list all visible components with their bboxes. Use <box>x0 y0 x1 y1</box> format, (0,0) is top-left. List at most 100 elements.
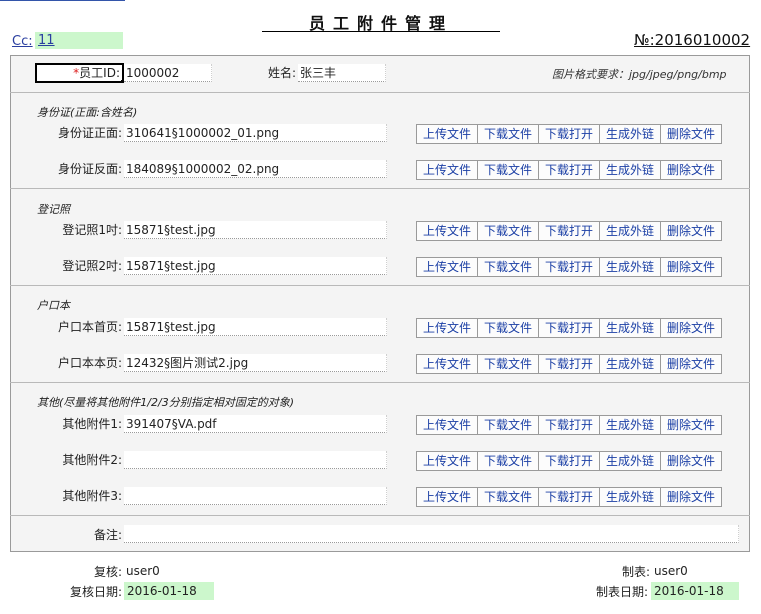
row-label: 其他附件1: <box>62 417 122 431</box>
download-open-button[interactable]: 下载打开 <box>538 318 600 338</box>
upload-button[interactable]: 上传文件 <box>416 257 478 277</box>
file-actions-id-front: 上传文件 下载文件 下载打开 生成外链 删除文件 <box>416 124 722 144</box>
row-label: 身份证正面: <box>57 126 122 140</box>
file-field-id-front[interactable]: 310641§1000002_01.png <box>124 124 387 142</box>
file-actions-other-3: 上传文件 下载文件 下载打开 生成外链 删除文件 <box>416 487 722 507</box>
file-actions-photo-2: 上传文件 下载文件 下载打开 生成外链 删除文件 <box>416 257 722 277</box>
generate-link-button[interactable]: 生成外链 <box>599 487 661 507</box>
generate-link-button[interactable]: 生成外链 <box>599 451 661 471</box>
delete-button[interactable]: 删除文件 <box>660 487 722 507</box>
review-date-label: 复核日期: <box>69 585 122 599</box>
section-divider <box>10 382 750 383</box>
file-actions-other-1: 上传文件 下载文件 下载打开 生成外链 删除文件 <box>416 415 722 435</box>
file-field-photo-2[interactable]: 15871§test.jpg <box>124 257 387 275</box>
upload-button[interactable]: 上传文件 <box>416 124 478 144</box>
employee-id-field[interactable]: 1000002 <box>124 64 212 82</box>
employee-id-label-text: 员工ID: <box>79 66 120 80</box>
upload-button[interactable]: 上传文件 <box>416 487 478 507</box>
file-actions-household-self: 上传文件 下载文件 下载打开 生成外链 删除文件 <box>416 354 722 374</box>
generate-link-button[interactable]: 生成外链 <box>599 221 661 241</box>
generate-link-button[interactable]: 生成外链 <box>599 124 661 144</box>
delete-button[interactable]: 删除文件 <box>660 354 722 374</box>
section-divider <box>10 285 750 286</box>
row-label: 户口本首页: <box>57 320 122 334</box>
download-button[interactable]: 下载文件 <box>477 354 539 374</box>
download-open-button[interactable]: 下载打开 <box>538 221 600 241</box>
maker-label: 制表: <box>621 565 650 579</box>
download-open-button[interactable]: 下载打开 <box>538 415 600 435</box>
section-divider <box>10 92 750 93</box>
download-button[interactable]: 下载文件 <box>477 451 539 471</box>
file-actions-id-back: 上传文件 下载文件 下载打开 生成外链 删除文件 <box>416 160 722 180</box>
download-open-button[interactable]: 下载打开 <box>538 124 600 144</box>
download-button[interactable]: 下载文件 <box>477 318 539 338</box>
top-link-line <box>0 0 125 1</box>
delete-button[interactable]: 删除文件 <box>660 160 722 180</box>
download-button[interactable]: 下载文件 <box>477 124 539 144</box>
download-open-button[interactable]: 下载打开 <box>538 354 600 374</box>
delete-button[interactable]: 删除文件 <box>660 221 722 241</box>
row-label: 登记照2吋: <box>62 259 122 273</box>
employee-id-label: *员工ID: <box>35 63 124 83</box>
file-actions-other-2: 上传文件 下载文件 下载打开 生成外链 删除文件 <box>416 451 722 471</box>
file-field-household-self[interactable]: 12432§图片测试2.jpg <box>124 354 387 372</box>
file-field-id-back[interactable]: 184089§1000002_02.png <box>124 160 387 178</box>
upload-button[interactable]: 上传文件 <box>416 318 478 338</box>
reviewer-value: user0 <box>126 564 160 578</box>
page-title: 员工附件管理 <box>262 10 500 33</box>
file-field-household-first[interactable]: 15871§test.jpg <box>124 318 387 336</box>
generate-link-button[interactable]: 生成外链 <box>599 318 661 338</box>
name-field[interactable]: 张三丰 <box>298 64 386 82</box>
upload-button[interactable]: 上传文件 <box>416 415 478 435</box>
file-field-photo-1[interactable]: 15871§test.jpg <box>124 221 387 239</box>
generate-link-button[interactable]: 生成外链 <box>599 415 661 435</box>
cc-label[interactable]: Cc: <box>12 34 33 49</box>
file-field-other-3[interactable] <box>124 487 387 505</box>
download-open-button[interactable]: 下载打开 <box>538 257 600 277</box>
file-actions-photo-1: 上传文件 下载文件 下载打开 生成外链 删除文件 <box>416 221 722 241</box>
make-date-field[interactable]: 2016-01-18 <box>651 582 739 600</box>
upload-button[interactable]: 上传文件 <box>416 451 478 471</box>
section-title-photo: 登记照 <box>37 203 70 216</box>
row-label: 其他附件2: <box>62 453 122 467</box>
delete-button[interactable]: 删除文件 <box>660 415 722 435</box>
file-actions-household-first: 上传文件 下载文件 下载打开 生成外链 删除文件 <box>416 318 722 338</box>
section-title-household: 户口本 <box>37 299 70 312</box>
upload-button[interactable]: 上传文件 <box>416 160 478 180</box>
upload-button[interactable]: 上传文件 <box>416 354 478 374</box>
remarks-field[interactable] <box>124 525 739 543</box>
generate-link-button[interactable]: 生成外链 <box>599 160 661 180</box>
maker-value: user0 <box>654 564 688 578</box>
delete-button[interactable]: 删除文件 <box>660 451 722 471</box>
upload-button[interactable]: 上传文件 <box>416 221 478 241</box>
download-button[interactable]: 下载文件 <box>477 160 539 180</box>
download-open-button[interactable]: 下载打开 <box>538 160 600 180</box>
delete-button[interactable]: 删除文件 <box>660 257 722 277</box>
image-format-hint: 图片格式要求：jpg/jpeg/png/bmp <box>552 68 727 81</box>
download-button[interactable]: 下载文件 <box>477 221 539 241</box>
file-field-other-2[interactable] <box>124 451 387 469</box>
reviewer-label: 复核: <box>93 565 122 579</box>
file-field-other-1[interactable]: 391407§VA.pdf <box>124 415 387 433</box>
download-open-button[interactable]: 下载打开 <box>538 487 600 507</box>
download-open-button[interactable]: 下载打开 <box>538 451 600 471</box>
delete-button[interactable]: 删除文件 <box>660 318 722 338</box>
section-title-id-card: 身份证(正面:含姓名) <box>37 106 138 119</box>
download-button[interactable]: 下载文件 <box>477 257 539 277</box>
row-label: 其他附件3: <box>62 489 122 503</box>
row-label: 登记照1吋: <box>62 223 122 237</box>
download-button[interactable]: 下载文件 <box>477 415 539 435</box>
generate-link-button[interactable]: 生成外链 <box>599 354 661 374</box>
document-number: №:2016010002 <box>634 31 751 49</box>
section-divider <box>10 515 750 516</box>
download-button[interactable]: 下载文件 <box>477 487 539 507</box>
section-divider <box>10 188 750 189</box>
delete-button[interactable]: 删除文件 <box>660 124 722 144</box>
name-label: 姓名: <box>267 66 296 80</box>
review-date-field[interactable]: 2016-01-18 <box>124 582 214 600</box>
row-label: 户口本本页: <box>57 356 122 370</box>
cc-value[interactable]: 11 <box>35 32 123 49</box>
make-date-label: 制表日期: <box>595 585 648 599</box>
generate-link-button[interactable]: 生成外链 <box>599 257 661 277</box>
row-label: 身份证反面: <box>57 162 122 176</box>
